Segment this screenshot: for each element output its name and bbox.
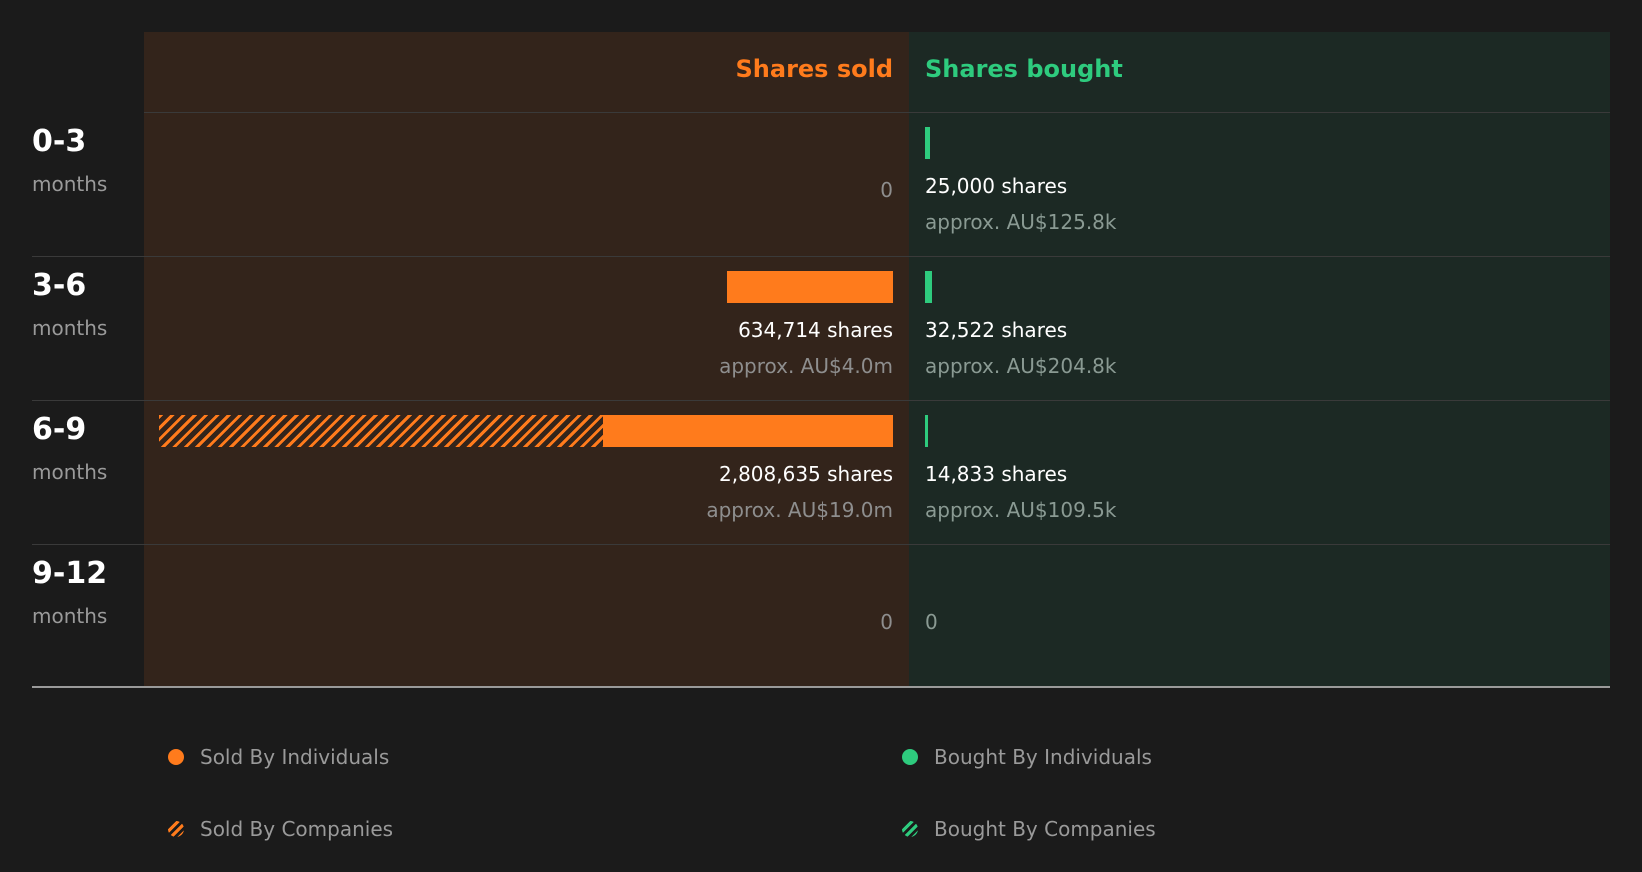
period-label: 6-9 bbox=[32, 412, 87, 447]
period-row: 9-12 months 0 0 bbox=[0, 544, 1642, 688]
bought-shares-value: 32,522 shares bbox=[925, 318, 1068, 342]
sold-individuals-bar[interactable] bbox=[727, 271, 893, 303]
legend-label: Sold By Individuals bbox=[200, 745, 390, 769]
sold-zero-value: 0 bbox=[880, 178, 893, 202]
sold-shares-value: 634,714 shares bbox=[738, 318, 893, 342]
legend-label: Sold By Companies bbox=[200, 817, 394, 841]
legend-sold-companies[interactable]: Sold By Companies bbox=[168, 817, 393, 841]
green-hatched-dot-icon bbox=[902, 821, 918, 837]
bought-approx-value: approx. AU$204.8k bbox=[925, 354, 1117, 378]
sold-shares-value: 2,808,635 shares bbox=[718, 462, 893, 486]
sold-approx-value: approx. AU$4.0m bbox=[719, 354, 893, 378]
bought-individuals-bar[interactable] bbox=[925, 415, 929, 447]
bought-approx-value: approx. AU$125.8k bbox=[925, 210, 1117, 234]
sold-individuals-bar[interactable] bbox=[602, 415, 893, 447]
period-row: 3-6 months 634,714 shares approx. AU$4.0… bbox=[0, 256, 1642, 400]
sold-approx-value: approx. AU$19.0m bbox=[706, 498, 893, 522]
legend-bought-individuals[interactable]: Bought By Individuals bbox=[902, 745, 1152, 769]
green-dot-icon bbox=[902, 749, 918, 765]
bought-shares-value: 14,833 shares bbox=[925, 462, 1068, 486]
legend-label: Bought By Individuals bbox=[934, 745, 1152, 769]
period-row: 0-3 months 0 25,000 shares approx. AU$12… bbox=[0, 112, 1642, 256]
period-row: 6-9 months 2,808,635 shares approx. AU$1… bbox=[0, 400, 1642, 544]
legend-label: Bought By Companies bbox=[934, 817, 1156, 841]
period-unit: months bbox=[32, 460, 108, 484]
period-label: 9-12 bbox=[32, 556, 108, 591]
orange-hatched-dot-icon bbox=[168, 821, 184, 837]
legend-sold-individuals[interactable]: Sold By Individuals bbox=[168, 745, 389, 769]
bought-approx-value: approx. AU$109.5k bbox=[925, 498, 1117, 522]
period-unit: months bbox=[32, 172, 108, 196]
shares-bought-header: Shares bought bbox=[925, 55, 1123, 83]
bought-zero-value: 0 bbox=[925, 610, 938, 634]
period-unit: months bbox=[32, 604, 108, 628]
bought-individuals-bar[interactable] bbox=[925, 127, 931, 159]
sold-zero-value: 0 bbox=[880, 610, 893, 634]
legend-bought-companies[interactable]: Bought By Companies bbox=[902, 817, 1156, 841]
bought-shares-value: 25,000 shares bbox=[925, 174, 1068, 198]
sold-companies-bar[interactable] bbox=[159, 415, 603, 447]
period-label: 3-6 bbox=[32, 268, 87, 303]
period-label: 0-3 bbox=[32, 124, 87, 159]
orange-dot-icon bbox=[168, 749, 184, 765]
period-unit: months bbox=[32, 316, 108, 340]
shares-sold-header: Shares sold bbox=[735, 55, 894, 83]
bought-individuals-bar[interactable] bbox=[925, 271, 932, 303]
